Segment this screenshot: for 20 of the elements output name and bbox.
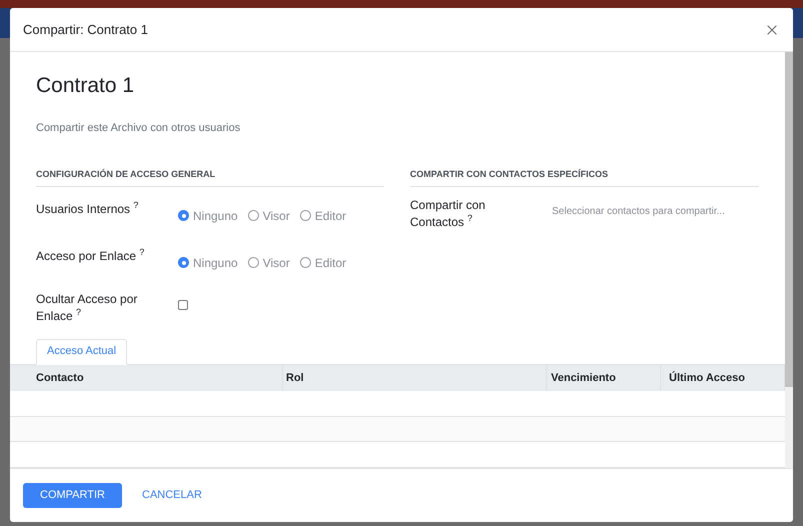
record-title: Contrato 1 <box>36 73 136 99</box>
field-label: Acceso por Enlace $^{?}$ <box>36 248 144 262</box>
field-label: Ocultar Acceso por Enlace $^{?}$ <box>36 290 138 324</box>
section-heading: COMPARTIR CON CONTACTOS ESPECÍFICOS <box>410 168 759 186</box>
tab[interactable]: Acceso Actual <box>36 338 128 364</box>
share-button[interactable]: COMPARTIR <box>23 483 122 508</box>
radio-option[interactable]: Ninguno <box>178 206 238 224</box>
radio-option[interactable]: Visor <box>248 254 290 272</box>
radio-option[interactable]: Editor <box>300 254 346 272</box>
checkbox[interactable] <box>178 300 188 310</box>
record-description: Compartir este Archivo con otros usuarios <box>36 120 242 136</box>
radio-option[interactable]: Editor <box>300 206 346 224</box>
dialog-title: Compartir: Contrato 1 <box>23 20 148 39</box>
cancel-button[interactable]: CANCELAR <box>130 483 214 508</box>
contacts-input[interactable]: Seleccionar contactos para compartir... <box>552 204 752 218</box>
section-heading: CONFIGURACIÓN DE ACCESO GENERAL <box>36 168 384 186</box>
field-label: Usuarios Internos $^{?}$ <box>36 202 138 216</box>
field-label: Compartir con Contactos $^{?}$ <box>410 196 486 230</box>
radio-option[interactable]: Visor <box>248 206 290 224</box>
radio-option[interactable]: Ninguno <box>178 254 238 272</box>
